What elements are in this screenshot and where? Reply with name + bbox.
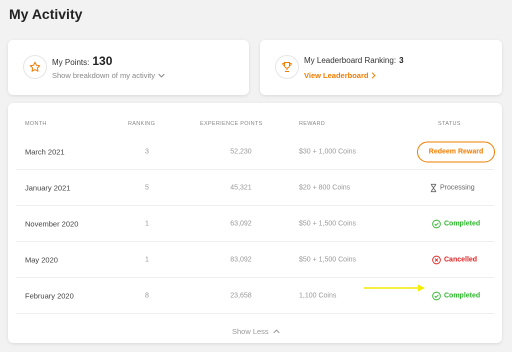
month-cell: March 2021 <box>25 147 65 156</box>
show-breakdown-link[interactable]: Show breakdown of my activity <box>52 71 165 80</box>
ranking-cell: 5 <box>145 184 149 191</box>
xp-cell: 83,092 <box>230 256 252 263</box>
view-leaderboard-label: View Leaderboard <box>304 71 369 80</box>
redeem-reward-button[interactable]: Redeem Reward <box>417 141 495 162</box>
points-label: My Points: <box>52 58 90 67</box>
star-icon <box>29 61 41 72</box>
check-circle-icon <box>432 219 441 228</box>
view-leaderboard-link[interactable]: View Leaderboard <box>304 71 377 80</box>
chevron-up-icon <box>273 329 280 334</box>
x-circle-icon <box>432 255 441 264</box>
ranking-cell: 1 <box>145 256 149 263</box>
ranking-cell: 1 <box>145 220 149 227</box>
xp-cell: 63,092 <box>230 220 252 227</box>
status-completed: Completed <box>432 219 480 228</box>
leaderboard-icon-badge <box>275 55 299 79</box>
status-processing: Processing <box>430 183 475 192</box>
month-cell: January 2021 <box>25 183 71 192</box>
reward-cell: $30 + 1,000 Coins <box>299 148 357 155</box>
ranking-cell: 3 <box>145 148 149 155</box>
reward-cell: $50 + 1,500 Coins <box>299 220 357 227</box>
points-value: 130 <box>92 54 113 68</box>
show-breakdown-label: Show breakdown of my activity <box>52 71 155 80</box>
leaderboard-card: My Leaderboard Ranking: 3 View Leaderboar… <box>260 40 502 95</box>
status-label: Processing <box>440 184 475 191</box>
points-card: My Points: 130 Show breakdown of my activ… <box>8 40 249 95</box>
page-title: My Activity <box>9 6 83 22</box>
activity-table: MONTH RANKING EXPERIENCE POINTS REWARD S… <box>8 103 502 343</box>
trophy-icon <box>282 62 292 72</box>
reward-cell: 1,100 Coins <box>299 292 337 299</box>
status-completed: Completed <box>432 291 480 300</box>
ranking-cell: 8 <box>145 292 149 299</box>
annotation-arrow <box>364 284 425 292</box>
status-label: Completed <box>444 220 481 227</box>
xp-cell: 45,321 <box>230 184 252 191</box>
leaderboard-label-row: My Leaderboard Ranking: 3 <box>304 56 404 65</box>
reward-cell: $20 + 800 Coins <box>299 184 351 191</box>
reward-cell: $50 + 1,500 Coins <box>299 256 357 263</box>
header-experience-points: EXPERIENCE POINTS <box>200 121 263 127</box>
month-cell: May 2020 <box>25 255 58 264</box>
table-row: March 2021 3 52,230 $30 + 1,000 Coins Re… <box>16 134 495 170</box>
header-status: STATUS <box>438 121 461 127</box>
points-icon-badge <box>23 55 47 79</box>
month-cell: November 2020 <box>25 219 79 228</box>
header-ranking: RANKING <box>128 121 156 127</box>
chevron-right-icon <box>372 72 377 79</box>
check-circle-icon <box>432 291 441 300</box>
leaderboard-value: 3 <box>399 56 404 65</box>
chevron-down-icon <box>158 73 165 78</box>
header-reward: REWARD <box>299 121 326 127</box>
points-label-row: My Points: 130 <box>52 54 112 68</box>
table-row: November 2020 1 63,092 $50 + 1,500 Coins… <box>16 206 494 242</box>
show-less-label: Show Less <box>232 327 269 336</box>
month-cell: February 2020 <box>25 291 74 300</box>
status-label: Completed <box>444 292 481 299</box>
header-month: MONTH <box>25 121 47 127</box>
leaderboard-label: My Leaderboard Ranking: <box>304 56 397 65</box>
show-less-button[interactable]: Show Less <box>232 327 280 336</box>
table-row: January 2021 5 45,321 $20 + 800 Coins Pr… <box>16 170 494 206</box>
status-label: Cancelled <box>444 256 478 263</box>
xp-cell: 52,230 <box>230 148 252 155</box>
xp-cell: 23,658 <box>230 292 252 299</box>
status-cancelled: Cancelled <box>432 255 477 264</box>
hourglass-icon <box>430 183 437 192</box>
table-row: May 2020 1 83,092 $50 + 1,500 Coins Canc… <box>16 242 494 278</box>
